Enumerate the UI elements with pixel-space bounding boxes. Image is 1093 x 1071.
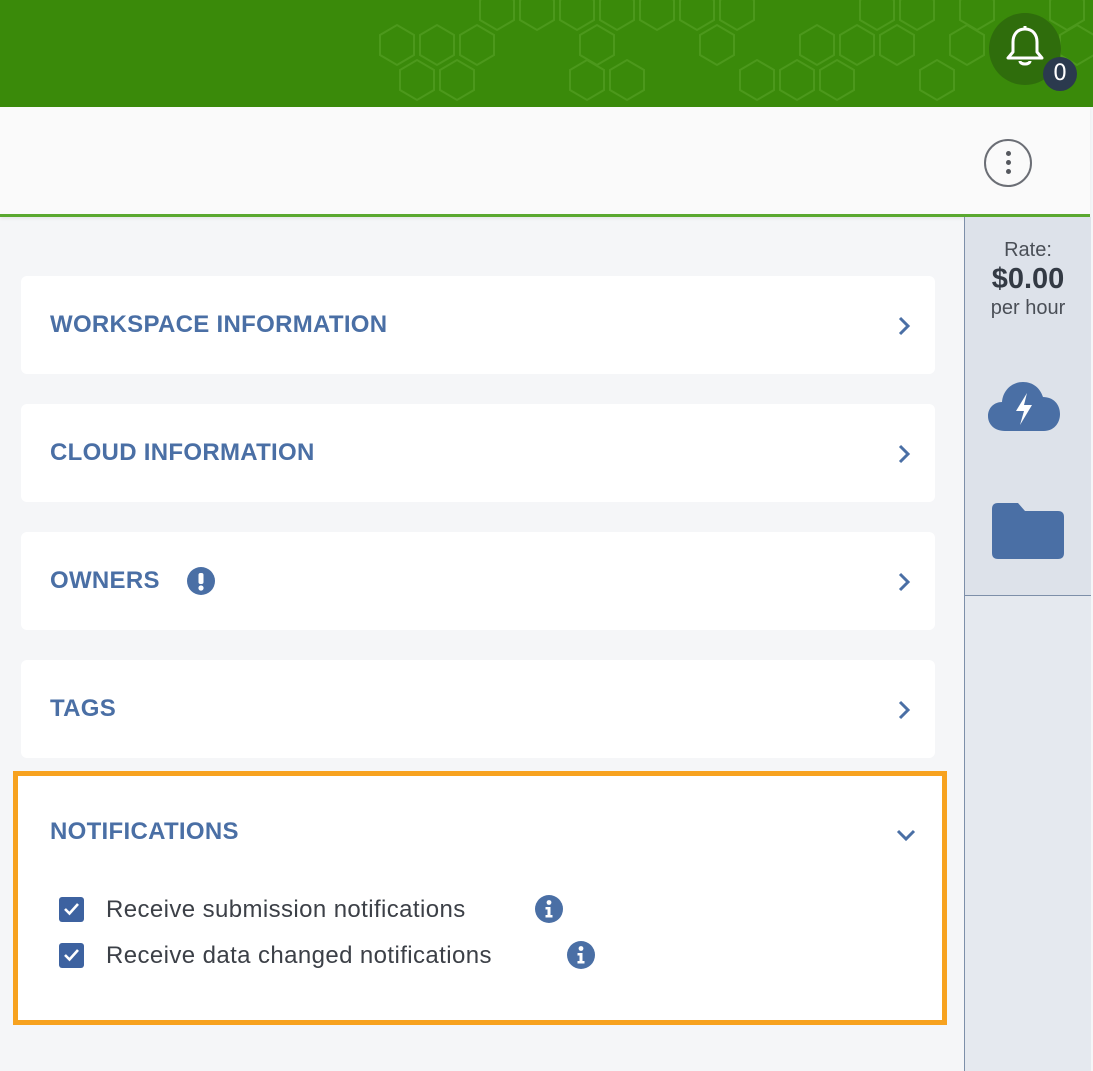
kebab-menu-icon [1006,151,1011,156]
kebab-menu-icon [1006,169,1011,174]
rate-label: Rate: [1004,239,1052,261]
rate-unit: per hour [990,297,1066,319]
section-cloud-information[interactable]: CLOUD INFORMATION [21,404,935,502]
chevron-right-icon [898,316,911,336]
check-icon [64,903,79,916]
section-title: OWNERS [50,567,160,594]
side-panel: Rate: $0.00 per hour [964,217,1091,1071]
chevron-right-icon [898,700,911,720]
section-tags[interactable]: TAGS [21,660,935,758]
bell-icon [1006,26,1044,66]
data-changed-notifications-checkbox[interactable] [59,943,84,968]
exclamation-circle-icon [187,567,215,595]
info-icon[interactable] [535,895,563,923]
chevron-right-icon [898,444,911,464]
page-header [0,107,1090,217]
submission-notifications-checkbox[interactable] [59,897,84,922]
top-banner: 0 [0,0,1093,107]
notification-count-badge: 0 [1043,57,1077,91]
more-options-button[interactable] [984,139,1032,187]
section-workspace-information[interactable]: WORKSPACE INFORMATION [21,276,935,374]
data-changed-notifications-label: Receive data changed notifications [106,942,492,969]
kebab-menu-icon [1006,160,1011,165]
section-owners[interactable]: OWNERS [21,532,935,630]
rate-value: $0.00 [991,263,1065,295]
section-title: WORKSPACE INFORMATION [50,311,388,338]
folder-icon[interactable] [992,503,1064,559]
check-icon [64,949,79,962]
cloud-bolt-icon[interactable] [987,379,1061,433]
section-title: CLOUD INFORMATION [50,439,315,466]
submission-notifications-label: Receive submission notifications [106,896,466,923]
info-icon[interactable] [567,941,595,969]
hexagon-pattern [379,0,1093,102]
section-title: TAGS [50,695,117,722]
chevron-right-icon [898,572,911,592]
chevron-down-icon[interactable] [896,828,916,842]
side-panel-top: Rate: $0.00 per hour [965,217,1091,596]
notifications-section-header[interactable]: NOTIFICATIONS [50,818,239,846]
